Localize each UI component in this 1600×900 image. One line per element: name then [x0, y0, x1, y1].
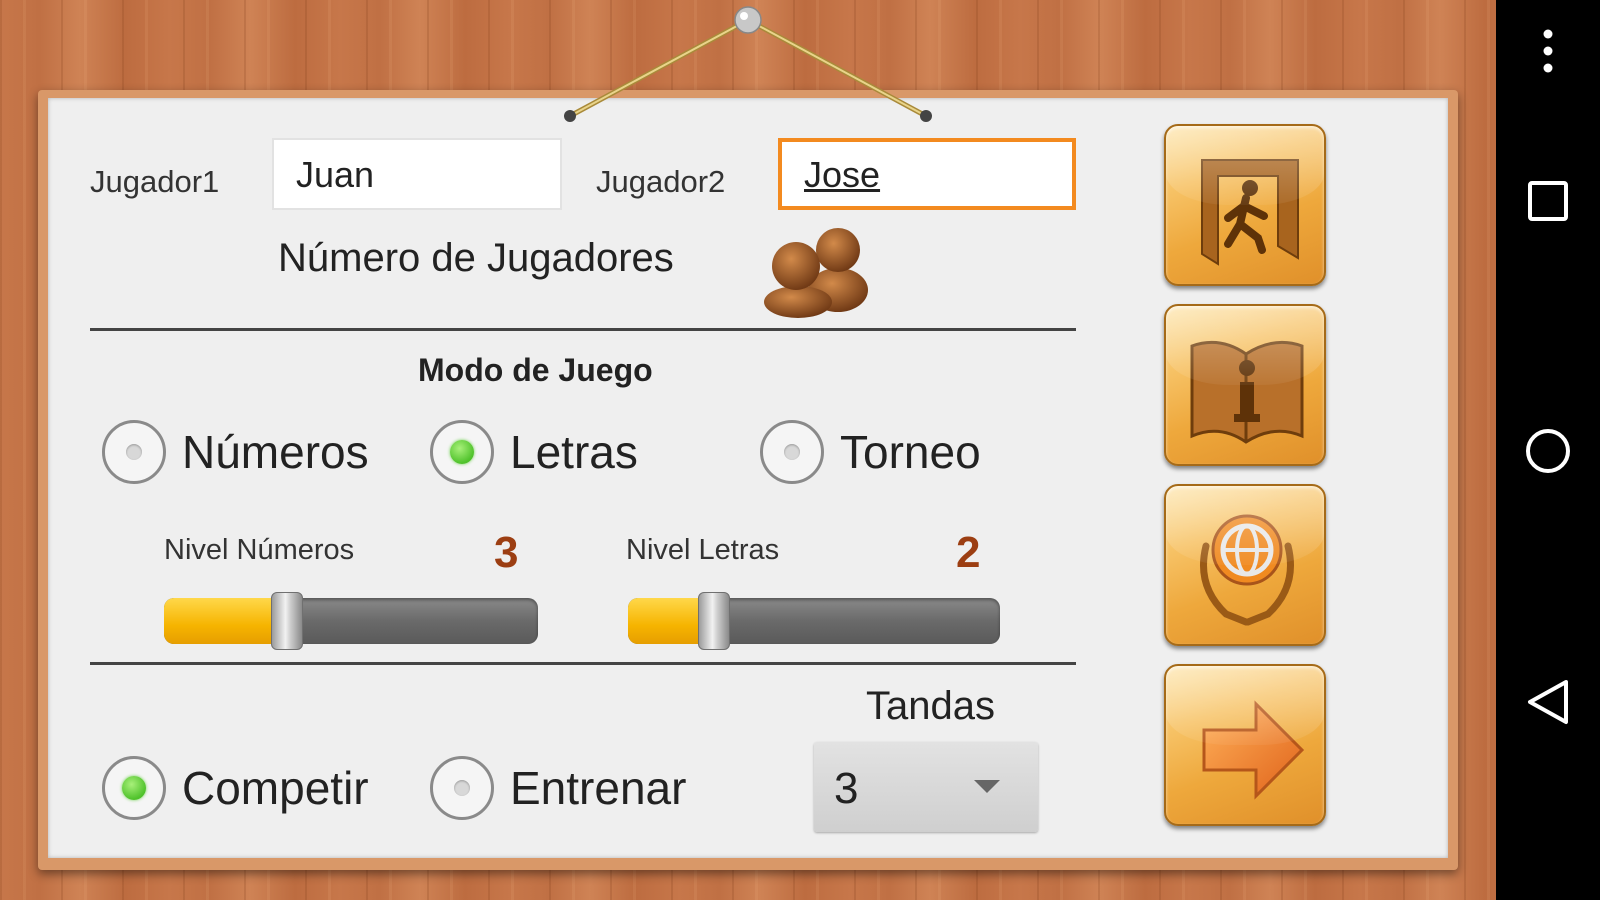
divider-top [90, 328, 1076, 331]
chevron-down-icon [974, 780, 1000, 793]
level-letters-thumb[interactable] [697, 592, 730, 650]
level-numbers-fill [164, 598, 288, 644]
player1-input[interactable]: Juan [272, 138, 562, 210]
player1-value: Juan [296, 154, 375, 195]
overflow-menu-icon [1543, 29, 1553, 73]
player2-input[interactable]: Jose [778, 138, 1076, 210]
exit-button[interactable] [1164, 124, 1326, 286]
rounds-value: 3 [834, 764, 859, 813]
system-navigation-bar [1496, 0, 1600, 900]
mode-option-numeros[interactable]: Números [102, 420, 369, 484]
recents-square-icon [1528, 181, 1568, 221]
home-button[interactable] [1496, 424, 1600, 478]
player2-value: Jose [804, 154, 881, 195]
level-letters-slider[interactable] [628, 592, 1000, 650]
recents-button[interactable] [1496, 176, 1600, 226]
players-count-icon[interactable] [758, 222, 874, 318]
level-numbers-slider[interactable] [164, 592, 538, 650]
radio-torneo[interactable] [760, 420, 824, 484]
radio-entrenar[interactable] [430, 756, 494, 820]
game-mode-heading: Modo de Juego [418, 352, 653, 388]
play-option-entrenar[interactable]: Entrenar [430, 756, 686, 820]
divider-bottom [90, 662, 1076, 665]
info-button[interactable] [1164, 304, 1326, 466]
level-numbers-label: Nivel Números [164, 534, 355, 566]
radio-competir[interactable] [102, 756, 166, 820]
radio-numeros[interactable] [102, 420, 166, 484]
player2-label: Jugador2 [596, 164, 726, 199]
player1-label: Jugador1 [90, 164, 220, 199]
back-button[interactable] [1496, 676, 1600, 728]
players-count-heading: Número de Jugadores [278, 236, 674, 280]
radio-letras[interactable] [430, 420, 494, 484]
info-book-icon [1190, 340, 1304, 444]
level-numbers-thumb[interactable] [271, 592, 304, 650]
mode-option-letras[interactable]: Letras [430, 420, 638, 484]
play-option-competir[interactable]: Competir [102, 756, 369, 820]
level-letters-label: Nivel Letras [626, 534, 780, 566]
mode-label-numeros: Números [182, 426, 369, 478]
mode-label-torneo: Torneo [840, 426, 981, 478]
rounds-label: Tandas [866, 684, 995, 728]
next-button[interactable] [1164, 664, 1326, 826]
exit-icon [1201, 159, 1299, 266]
level-letters-value: 2 [956, 528, 981, 577]
mode-label-letras: Letras [510, 426, 638, 478]
rounds-select[interactable]: 3 [814, 742, 1038, 832]
play-label-competir: Competir [182, 762, 369, 814]
home-circle-icon [1526, 429, 1570, 473]
level-numbers-value: 3 [494, 528, 519, 577]
next-arrow-icon [1202, 700, 1305, 800]
globe-laurel-icon [1200, 514, 1294, 626]
language-button[interactable] [1164, 484, 1326, 646]
mode-option-torneo[interactable]: Torneo [760, 420, 981, 484]
back-triangle-icon [1528, 680, 1568, 724]
overflow-menu-button[interactable] [1496, 26, 1600, 76]
play-label-entrenar: Entrenar [510, 762, 687, 814]
